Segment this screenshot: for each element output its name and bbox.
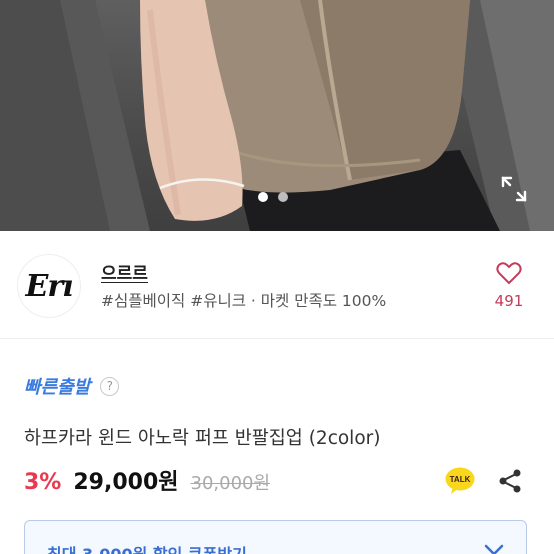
carousel-dot-1[interactable] xyxy=(258,192,268,202)
chevron-down-icon xyxy=(484,544,504,554)
carousel-pagination xyxy=(258,192,288,202)
coupon-download-button[interactable]: 최대 3,000원 할인 쿠폰받기 xyxy=(24,520,527,554)
fast-shipping-badge: 빠른출발 xyxy=(24,377,91,398)
kakao-talk-icon[interactable]: TALK xyxy=(445,467,475,495)
shipping-badge-row: 빠른출발 ? xyxy=(24,373,120,399)
seller-tags: #심플베이직 #유니크 · 마켓 만족도 100% xyxy=(101,292,387,310)
like-count: 491 xyxy=(494,292,524,310)
help-icon[interactable]: ? xyxy=(100,376,120,396)
product-title: 하프카라 윈드 아노락 퍼프 반팔집업 (2color) xyxy=(24,428,381,449)
seller-name[interactable]: 으르르 xyxy=(101,259,148,284)
seller-avatar[interactable]: Erı xyxy=(17,254,81,318)
product-image-carousel[interactable] xyxy=(0,0,554,231)
coupon-label: 최대 3,000원 할인 쿠폰받기 xyxy=(47,541,247,554)
price-row: 3% 29,000원 30,000원 xyxy=(24,464,270,496)
kakao-talk-label: TALK xyxy=(450,475,471,484)
discount-rate: 3% xyxy=(24,470,62,495)
carousel-dot-2[interactable] xyxy=(278,192,288,202)
seller-info[interactable]: Erı 으르르 #심플베이직 #유니크 · 마켓 만족도 100% xyxy=(0,231,554,339)
heart-outline-icon[interactable] xyxy=(496,260,522,286)
expand-icon[interactable] xyxy=(500,175,528,203)
original-price: 30,000원 xyxy=(190,473,271,494)
seller-avatar-logo: Erı xyxy=(25,268,73,304)
sale-price: 29,000원 xyxy=(73,470,179,495)
share-icon[interactable] xyxy=(497,468,523,494)
